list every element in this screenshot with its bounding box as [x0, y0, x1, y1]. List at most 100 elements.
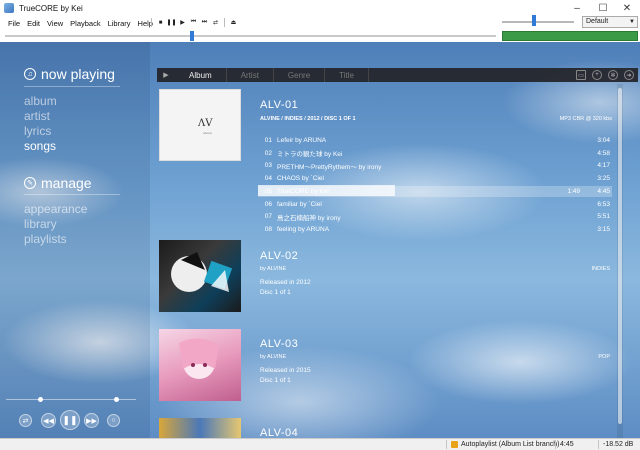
menu-file[interactable]: File [8, 19, 20, 28]
fast-forward-icon[interactable]: ▶▶ [84, 413, 99, 428]
track-number: 01 [264, 137, 272, 144]
next-button[interactable]: ⏭ [199, 17, 210, 28]
nav-divider [24, 86, 120, 87]
left-navigation: ♫ now playing album artist lyrics songs … [0, 42, 150, 438]
app-icon [4, 3, 14, 13]
title-bar: TrueCORE by Kei – ☐ ✕ [0, 0, 640, 16]
album-title[interactable]: ALV-02 [260, 250, 298, 262]
previous-button[interactable]: ⏮ [188, 17, 199, 28]
svg-text:alvine: alvine [203, 131, 212, 135]
track-title: familiar by `Ciel [277, 200, 322, 208]
track-duration: 4:45 [597, 187, 610, 195]
transport-toolbar: ■ ❚❚ ▶ ⏮ ⏭ ⇄ ⏏ [148, 17, 239, 28]
status-bar: Autoplaylist (Album List branch) 4:45 -1… [0, 438, 640, 450]
tab-title[interactable]: Title [325, 68, 369, 82]
stop-button[interactable]: ■ [155, 17, 166, 28]
minimize-button[interactable]: – [564, 0, 590, 16]
track-row[interactable]: 01 Lefeir by ARUNA 3:04 [258, 135, 612, 146]
track-number: 05 [264, 187, 272, 195]
menu-edit[interactable]: Edit [27, 19, 40, 28]
vu-meter [502, 31, 638, 41]
track-title: TrueCORE by Kei [277, 187, 329, 195]
scrollbar-thumb[interactable] [618, 88, 622, 424]
nav-now-playing[interactable]: ♫ now playing [24, 66, 115, 82]
repeat-icon[interactable]: ○ [107, 414, 120, 427]
track-number: 08 [264, 225, 272, 233]
toolbar-separator [224, 18, 225, 27]
track-row[interactable]: 04 CHAOS by `Ciel 3:25 [258, 173, 612, 184]
playlist-icon [451, 441, 458, 448]
status-separator [598, 440, 599, 449]
menu-view[interactable]: View [47, 19, 63, 28]
track-row[interactable]: 06 familiar by `Ciel 6:53 [258, 199, 612, 210]
nav-item-library[interactable]: library [24, 217, 57, 231]
album-title[interactable]: ALV-01 [260, 99, 298, 111]
tab-artist[interactable]: Artist [227, 68, 274, 82]
pause-button[interactable]: ❚❚ [166, 17, 177, 28]
settings-icon[interactable]: ✲ [608, 70, 618, 80]
tab-play-icon[interactable]: ▶ [157, 68, 175, 82]
add-icon[interactable]: + [592, 70, 602, 80]
close-button[interactable]: ✕ [614, 0, 640, 16]
menu-bar: File Edit View Playback Library Help [0, 16, 640, 30]
anime-art-icon [179, 338, 219, 379]
alv-logo-icon: ΛV alvine [197, 118, 213, 135]
track-duration: 3:25 [597, 175, 610, 183]
album-cover-alv-02[interactable] [159, 240, 241, 312]
mini-seek-thumb[interactable] [38, 397, 43, 402]
volume-thumb[interactable] [532, 15, 537, 26]
seek-bar[interactable] [5, 35, 496, 37]
mini-volume-thumb[interactable] [114, 397, 119, 402]
toolbar-separator [151, 18, 152, 27]
nav-item-lyrics[interactable]: lyrics [24, 124, 51, 138]
track-number: 02 [264, 149, 272, 157]
album-cover-alv-04[interactable] [159, 418, 241, 438]
anime-art-icon [171, 252, 233, 292]
play-pause-icon[interactable]: ❚❚ [60, 410, 80, 430]
track-duration: 3:04 [597, 137, 610, 144]
nav-manage-label: manage [41, 175, 92, 191]
tab-album[interactable]: Album [175, 68, 227, 82]
track-elapsed: 1:49 [567, 187, 580, 195]
nav-item-appearance[interactable]: appearance [24, 202, 87, 216]
shuffle-icon[interactable]: ⇄ [19, 414, 32, 427]
album-disc: Disc 1 of 1 [260, 377, 291, 384]
seek-thumb[interactable] [189, 31, 194, 41]
status-volume-db: -18.52 dB [603, 441, 634, 448]
track-row[interactable]: 03 PRETHM～PrettyRythem～ by irony 4:17 [258, 160, 612, 171]
track-row[interactable]: 07 鳥之石楠船神 by irony 5:51 [258, 211, 612, 222]
rewind-icon[interactable]: ◀◀ [41, 413, 56, 428]
track-duration: 5:51 [597, 213, 610, 221]
tab-genre[interactable]: Genre [274, 68, 326, 82]
album-cover-alv-03[interactable] [159, 329, 241, 401]
track-number: 06 [264, 200, 272, 208]
volume-slider[interactable] [502, 21, 574, 23]
folder-icon[interactable]: ▭ [576, 70, 586, 80]
track-number: 07 [264, 213, 272, 221]
nav-item-playlists[interactable]: playlists [24, 232, 67, 246]
play-button[interactable]: ▶ [177, 17, 188, 28]
track-row[interactable]: 08 feeling by ARUNA 3:15 [258, 224, 612, 235]
track-title: PRETHM～PrettyRythem～ by irony [277, 163, 382, 171]
nav-item-songs[interactable]: songs [24, 139, 56, 153]
album-title[interactable]: ALV-03 [260, 338, 298, 350]
status-playlist: Autoplaylist (Album List branch) [461, 441, 560, 448]
output-device-select[interactable]: Default ▼ [582, 16, 638, 28]
nav-item-album[interactable]: album [24, 94, 57, 108]
nav-item-artist[interactable]: artist [24, 109, 50, 123]
track-row[interactable]: 02 ミトラの観た球 by Kei 4:58 [258, 148, 612, 159]
headphones-icon: ♫ [24, 68, 36, 80]
pencil-icon: ✎ [24, 177, 36, 189]
forward-icon[interactable]: ➔ [624, 70, 634, 80]
eject-button[interactable]: ⏏ [228, 17, 239, 28]
maximize-button[interactable]: ☐ [590, 0, 616, 16]
window-title: TrueCORE by Kei [19, 3, 83, 13]
album-cover-alv-01[interactable]: ΛV alvine [159, 89, 241, 161]
random-button[interactable]: ⇄ [210, 17, 221, 28]
nav-manage[interactable]: ✎ manage [24, 175, 92, 191]
track-row[interactable]: 05 TrueCORE by Kei 1:49 4:45 [258, 185, 612, 197]
menu-library[interactable]: Library [108, 19, 131, 28]
album-genre: POP [598, 354, 610, 360]
track-title: CHAOS by `Ciel [277, 175, 324, 183]
menu-playback[interactable]: Playback [70, 19, 100, 28]
